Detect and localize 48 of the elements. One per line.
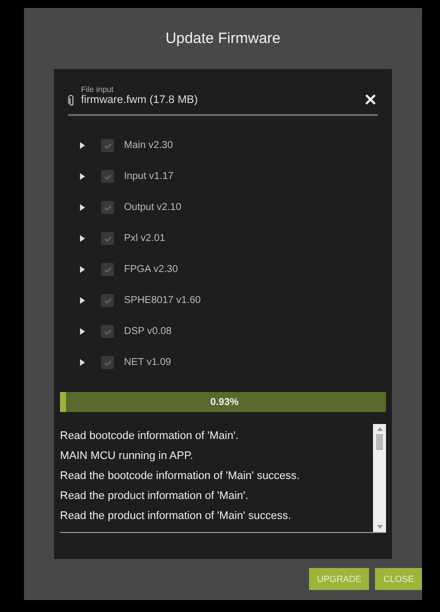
check-icon — [102, 264, 112, 274]
expand-arrow-icon[interactable] — [80, 142, 85, 149]
paperclip-icon — [68, 94, 75, 108]
module-label: Input v1.17 — [124, 171, 174, 182]
expand-arrow-icon[interactable] — [80, 204, 85, 211]
checkbox[interactable] — [101, 139, 114, 152]
module-label: FPGA v2.30 — [124, 264, 178, 275]
expand-arrow-icon[interactable] — [80, 173, 85, 180]
progress-label: 0.93% — [210, 396, 239, 408]
expand-arrow-icon[interactable] — [80, 328, 85, 335]
scroll-down-icon[interactable] — [376, 525, 382, 529]
log-line: Read the bootcode information of 'Main' success. — [60, 469, 301, 484]
file-input-field[interactable]: firmware.fwm (17.8 MB) — [81, 94, 357, 106]
scroll-up-icon[interactable] — [376, 427, 382, 431]
log-line: Read the product information of 'Main'. — [60, 489, 250, 504]
checkbox[interactable] — [101, 325, 114, 338]
expand-arrow-icon[interactable] — [80, 297, 85, 304]
checkbox[interactable] — [101, 294, 114, 307]
log-line: Read bootcode information of 'Main'. — [60, 429, 240, 444]
checkbox[interactable] — [101, 263, 114, 276]
module-label: DSP v0.08 — [124, 326, 172, 337]
log-line: Read the product information of 'Main' success. — [60, 509, 292, 524]
checkbox[interactable] — [101, 170, 114, 183]
dialog-title: Update Firmware — [165, 30, 281, 47]
expand-arrow-icon[interactable] — [80, 359, 85, 366]
expand-arrow-icon[interactable] — [80, 235, 85, 242]
upgrade-button[interactable]: UPGRADE — [308, 568, 370, 590]
check-icon — [102, 326, 112, 336]
scrollbar[interactable] — [373, 424, 386, 532]
module-label: Output v2.10 — [124, 202, 182, 213]
check-icon — [102, 202, 112, 212]
close-button[interactable]: CLOSE — [375, 568, 422, 590]
module-label: SPHE8017 v1.60 — [124, 295, 201, 306]
module-label: Pxl v2.01 — [124, 233, 166, 244]
module-label: Main v2.30 — [124, 140, 173, 151]
check-icon — [102, 234, 112, 244]
log-line: MAIN MCU running in APP. — [60, 449, 194, 464]
checkbox[interactable] — [101, 356, 114, 369]
expand-arrow-icon[interactable] — [80, 266, 85, 273]
check-icon — [102, 172, 112, 182]
field-label: File input — [81, 85, 114, 94]
module-label: NET v1.09 — [124, 357, 172, 368]
checkbox[interactable] — [101, 201, 114, 214]
check-icon — [102, 296, 112, 306]
scroll-thumb[interactable] — [376, 434, 383, 450]
check-icon — [102, 358, 112, 368]
checkbox[interactable] — [101, 232, 114, 245]
check-icon — [102, 140, 112, 150]
